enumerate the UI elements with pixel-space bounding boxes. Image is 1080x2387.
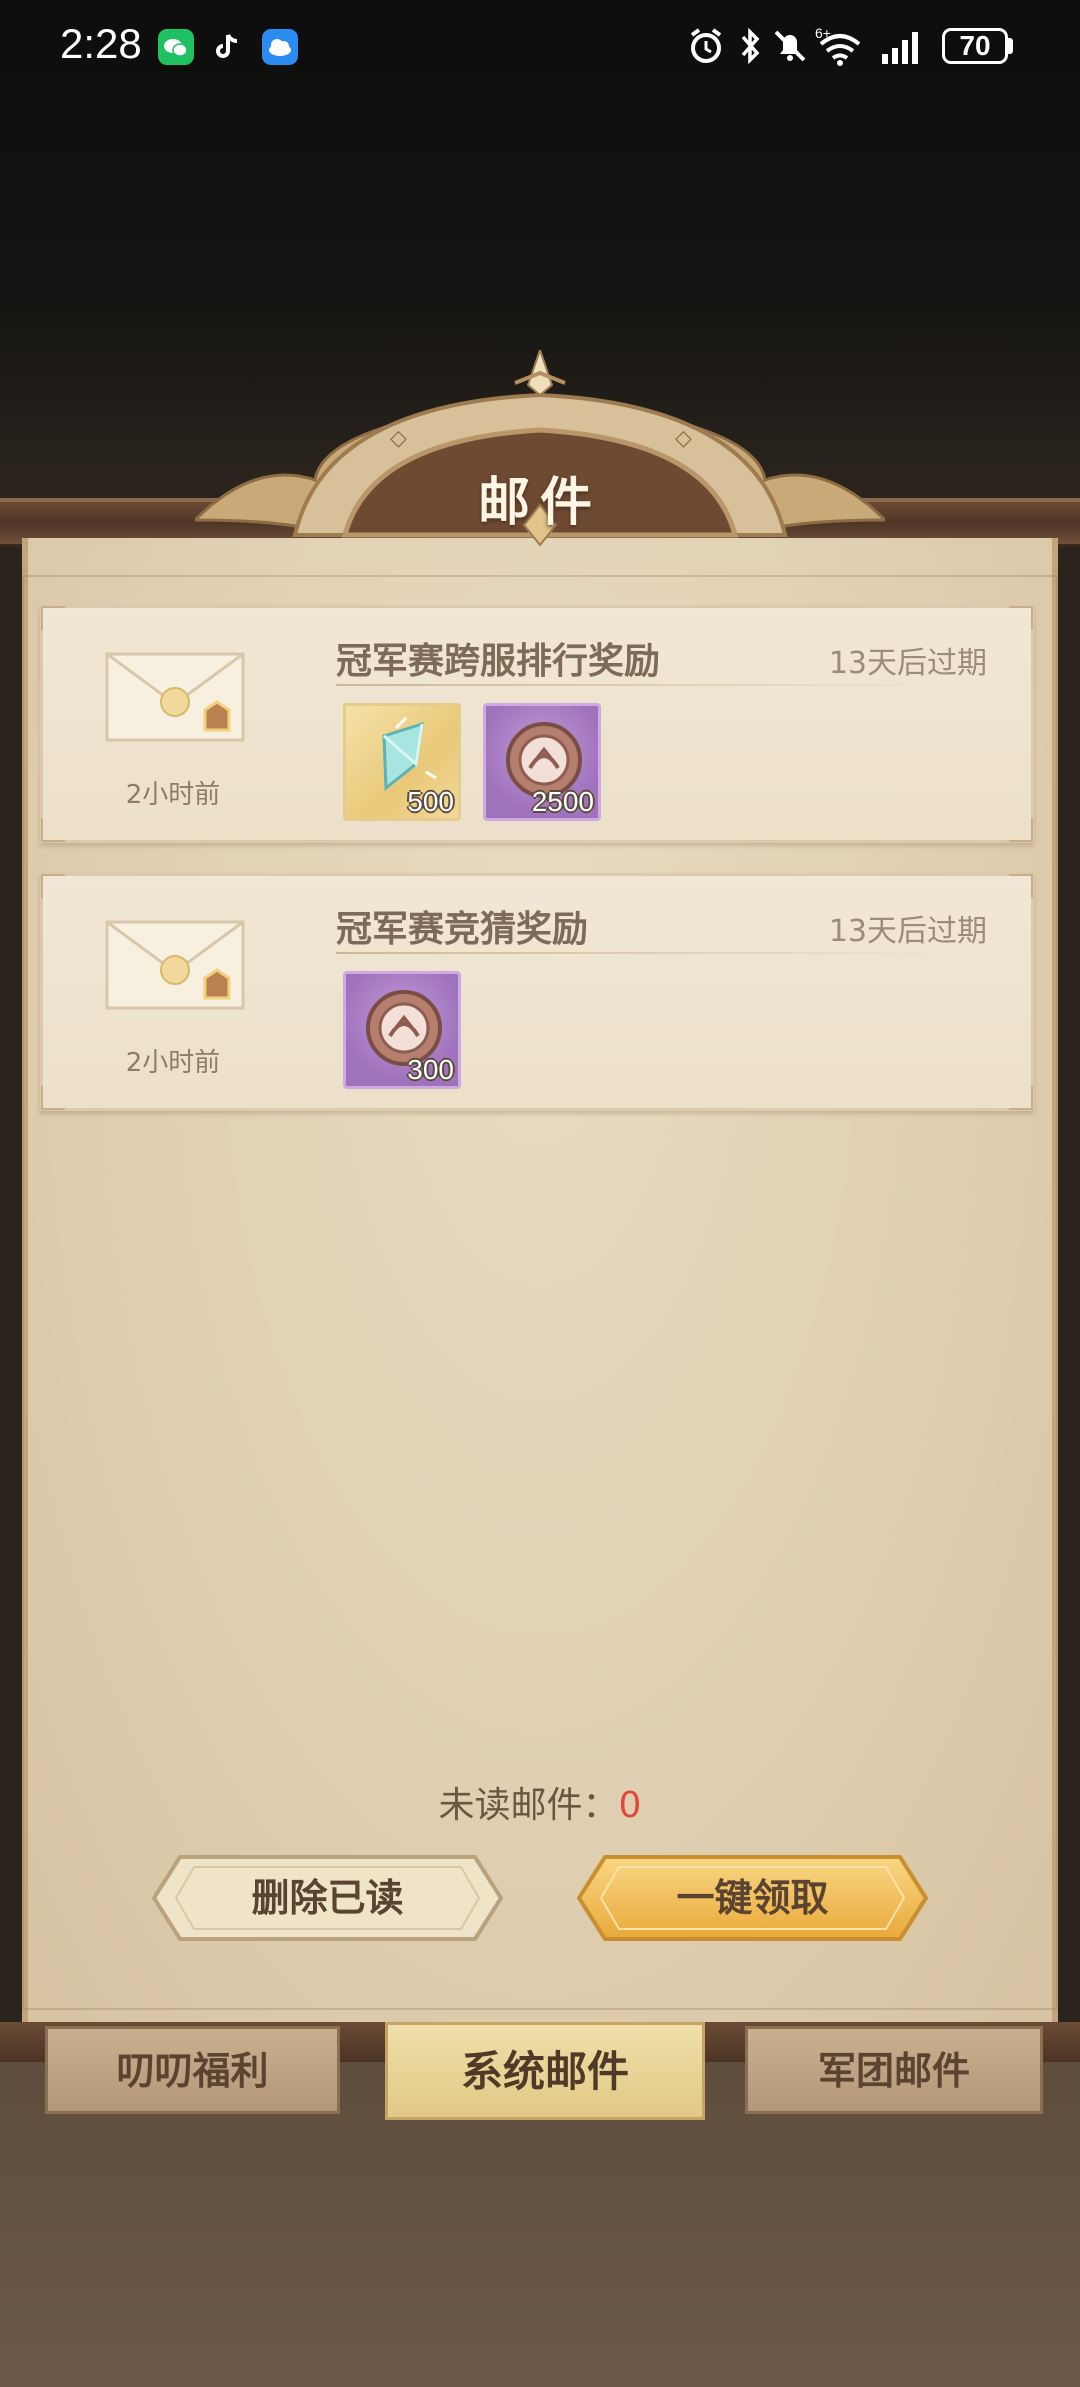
mute-icon: [770, 26, 810, 70]
item-quantity: 300: [407, 1054, 454, 1085]
tab-daodao-welfare[interactable]: 叨叨福利: [45, 2026, 340, 2114]
card-corner-ornament: [1009, 818, 1033, 842]
status-time: 2:28: [60, 20, 142, 67]
mail-title: 冠军赛跨服排行奖励: [336, 640, 661, 682]
unread-label: 未读邮件：: [438, 1785, 619, 1826]
title-divider: [336, 952, 946, 954]
signal-icon: [880, 28, 926, 70]
svg-text:◇: ◇: [390, 426, 407, 451]
status-bar: 2:28 6+ 70: [0, 0, 1080, 95]
delete-read-button[interactable]: 删除已读: [150, 1853, 505, 1943]
tab-system-mail[interactable]: 系统邮件: [385, 2022, 705, 2120]
card-corner-ornament: [41, 874, 65, 898]
claim-all-button[interactable]: 一键领取: [575, 1853, 930, 1943]
claim-all-label: 一键领取: [676, 1875, 829, 1920]
bluetooth-icon: [735, 26, 765, 70]
page-title: 邮件: [477, 472, 602, 533]
unread-count-value: 0: [618, 1785, 642, 1826]
item-quantity: 2500: [531, 786, 594, 817]
mail-time: 2小时前: [125, 780, 221, 810]
reward-item[interactable]: 500: [343, 703, 461, 821]
battery-indicator: 70: [942, 28, 1008, 64]
envelope-icon: [105, 652, 245, 742]
tab-legion-mail[interactable]: 军团邮件: [745, 2026, 1043, 2114]
delete-read-label: 删除已读: [251, 1875, 404, 1920]
cloud-app-icon: [262, 29, 298, 65]
mail-item[interactable]: 2小时前 冠军赛竞猜奖励 13天后过期 300: [40, 873, 1034, 1111]
alarm-icon: [686, 26, 726, 70]
item-quantity: 500: [407, 786, 454, 817]
svg-text:◇: ◇: [675, 426, 692, 451]
mail-title: 冠军赛竞猜奖励: [336, 908, 589, 950]
envelope-icon: [105, 920, 245, 1010]
mail-expire: 13天后过期: [828, 646, 987, 681]
mail-expire: 13天后过期: [828, 914, 987, 949]
battery-tip: [1008, 38, 1013, 54]
unread-mail-count: 未读邮件：0: [0, 1776, 1080, 1828]
reward-item[interactable]: 300: [343, 971, 461, 1089]
card-corner-ornament: [41, 818, 65, 842]
wechat-icon: [158, 29, 194, 65]
tiktok-icon: [210, 29, 246, 65]
wifi-icon: 6+: [815, 24, 865, 72]
card-corner-ornament: [41, 1086, 65, 1110]
card-corner-ornament: [1009, 874, 1033, 898]
card-corner-ornament: [1009, 1086, 1033, 1110]
mail-item[interactable]: 2小时前 冠军赛跨服排行奖励 13天后过期 500 2500: [40, 605, 1034, 843]
mail-time: 2小时前: [125, 1048, 221, 1078]
card-corner-ornament: [41, 606, 65, 630]
card-corner-ornament: [1009, 606, 1033, 630]
reward-item[interactable]: 2500: [483, 703, 601, 821]
title-divider: [336, 684, 946, 686]
